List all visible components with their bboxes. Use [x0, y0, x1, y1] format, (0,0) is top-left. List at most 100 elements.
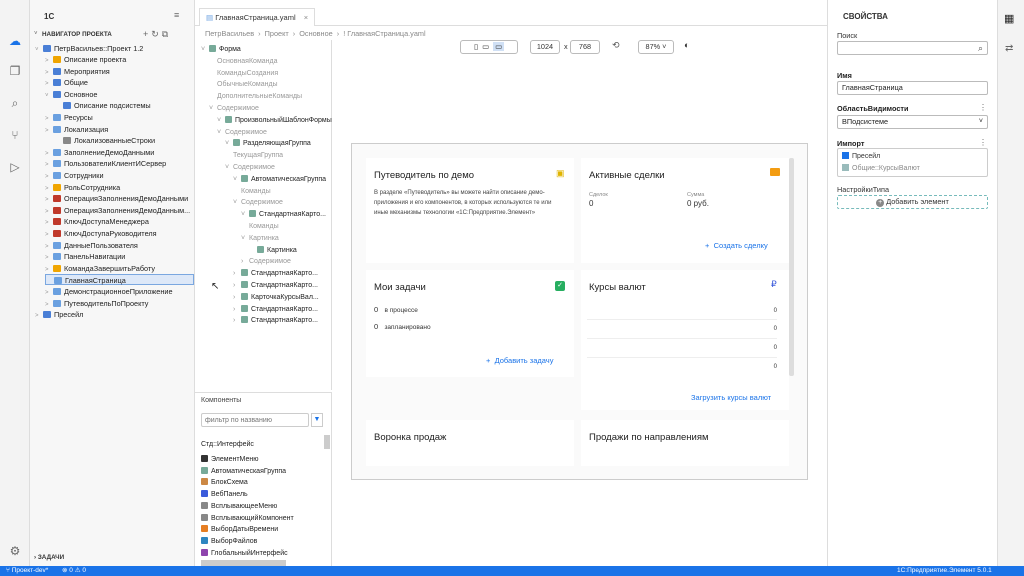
run-icon[interactable]: ▷: [7, 159, 23, 175]
outline-item[interactable]: Картинка: [249, 245, 297, 256]
tasks-panel[interactable]: › ЗАДАЧИ: [34, 554, 64, 561]
component-item[interactable]: БлокСхема: [201, 477, 248, 488]
search-icon[interactable]: ⌕: [7, 95, 23, 111]
deals-card: Активные сделки Сделок Сумма 0 0 руб. + …: [581, 158, 789, 263]
navigator-item[interactable]: > ПутеводительПоПроекту: [45, 298, 148, 309]
navigator-item[interactable]: Описание подсистемы: [55, 100, 151, 111]
branch-status[interactable]: ⑂ Проект-dev*: [6, 566, 48, 576]
filter-icon[interactable]: ▼: [311, 413, 323, 427]
import-item[interactable]: Общие::КурсыВалют: [842, 164, 920, 172]
table-icon[interactable]: ▦: [1004, 12, 1014, 25]
navigator-item[interactable]: > ОперацияЗаполненияДемоДанными: [45, 193, 188, 204]
properties-search-input[interactable]: ⌕: [837, 41, 988, 55]
navigator-item[interactable]: > ДанныеПользователя: [45, 240, 138, 251]
component-item[interactable]: ЭлементМеню: [201, 454, 258, 465]
more-icon[interactable]: ⋮: [979, 103, 987, 112]
rotate-icon[interactable]: ⟲: [612, 40, 620, 51]
navigator-item[interactable]: > ПользователиКлиентИСервер: [45, 158, 166, 169]
navigator-item[interactable]: > КлючДоступаРуководителя: [45, 228, 157, 239]
outline-item[interactable]: ˅ СтандартнаяКарто...: [241, 209, 326, 220]
item-icon: [63, 137, 71, 145]
outline-item[interactable]: ˅ РазделяющаяГруппа: [225, 138, 311, 149]
component-item[interactable]: ВыборДатыВремени: [201, 524, 278, 535]
outline-item[interactable]: ˅ ПроизвольныйШаблонФормы: [217, 115, 332, 126]
outline-item[interactable]: ТекущаяГруппа: [225, 150, 283, 161]
add-element-button[interactable]: + Добавить элемент: [837, 195, 988, 209]
deals-sum-value: 0 руб.: [687, 199, 709, 208]
name-input[interactable]: ГлавнаяСтраница: [837, 81, 988, 95]
outline-item[interactable]: › КарточкаКурсыВал...: [233, 292, 319, 303]
navigator-item[interactable]: > Ресурсы: [45, 112, 93, 123]
load-rates-button[interactable]: Загрузить курсы валют: [691, 393, 771, 402]
navigator-item[interactable]: > Сотрудники: [45, 170, 104, 181]
outline-item[interactable]: ˅ Содержимое: [233, 197, 283, 208]
width-input[interactable]: 1024: [530, 40, 560, 54]
component-item[interactable]: ВыборФайлов: [201, 536, 257, 547]
outline-item[interactable]: ˅ Содержимое: [209, 103, 259, 114]
component-item[interactable]: ВебПанель: [201, 489, 248, 500]
navigator-item[interactable]: > КлючДоступаМенеджера: [45, 216, 149, 227]
files-icon[interactable]: ❐: [7, 63, 23, 79]
add-task-button[interactable]: + Добавить задачу: [486, 356, 553, 365]
zoom-select[interactable]: 87% ˅: [638, 40, 674, 54]
navigator-item[interactable]: > Пресейл: [35, 309, 83, 320]
scrollbar[interactable]: [324, 435, 330, 449]
outline-item[interactable]: Команды: [241, 221, 279, 232]
outline-item[interactable]: ˅ Картинка: [241, 233, 279, 244]
outline-item[interactable]: ˅ Форма: [201, 44, 241, 55]
outline-item[interactable]: › Содержимое: [241, 256, 291, 267]
height-input[interactable]: 768: [570, 40, 600, 54]
preview-scrollbar[interactable]: [789, 158, 794, 376]
component-item[interactable]: АвтоматическаяГруппа: [201, 466, 286, 477]
more-icon[interactable]: ⋮: [979, 138, 987, 147]
theme-icon[interactable]: ◐: [684, 40, 689, 50]
menu-icon[interactable]: ≡: [174, 10, 179, 20]
item-icon: [53, 241, 61, 249]
problems-status[interactable]: ⊗ 0 ⚠ 0: [62, 566, 86, 576]
item-icon: [53, 218, 61, 226]
navigator-item[interactable]: ЛокализованныеСтроки: [55, 135, 155, 146]
navigator-actions[interactable]: +↻⧉: [143, 29, 171, 40]
navigator-item[interactable]: > ДемонстрационноеПриложение: [45, 286, 173, 297]
navigator-item[interactable]: > ПанельНавигации: [45, 251, 125, 262]
navigator-item[interactable]: ГлавнаяСтраница: [45, 274, 194, 286]
project-root[interactable]: ˅ ПетрВасильев::Проект 1.2: [35, 43, 143, 54]
navigator-item[interactable]: > Локализация: [45, 124, 108, 135]
git-branch-icon[interactable]: ⑂: [7, 127, 23, 143]
outline-item[interactable]: КомандыСоздания: [209, 68, 278, 79]
outline-item[interactable]: › СтандартнаяКарто...: [233, 304, 318, 315]
outline-item[interactable]: ДополнительныеКоманды: [209, 91, 302, 102]
navigator-item[interactable]: > ЗаполнениеДемоДанными: [45, 147, 154, 158]
project-navigator: 1C ≡ ˅ НАВИГАТОР ПРОЕКТА +↻⧉ ˅ ПетрВасиль…: [30, 0, 195, 566]
outline-item[interactable]: Команды: [233, 186, 271, 197]
chevron-down-icon[interactable]: ˅: [34, 31, 38, 37]
tab-main-page[interactable]: ▤ ГлавнаяСтраница.yaml ×: [199, 8, 316, 26]
components-filter-input[interactable]: [201, 413, 309, 427]
shuffle-icon[interactable]: ⇄: [1005, 43, 1013, 54]
outline-item[interactable]: › СтандартнаяКарто...: [233, 280, 318, 291]
gear-icon[interactable]: ⚙: [7, 543, 23, 559]
outline-item[interactable]: ˅ Содержимое: [225, 162, 275, 173]
outline-item[interactable]: ˅ АвтоматическаяГруппа: [233, 174, 326, 185]
navigator-item[interactable]: > РольСотрудника: [45, 182, 120, 193]
navigator-item[interactable]: > ОперацияЗаполненияДемоДанным...: [45, 205, 190, 216]
outline-item[interactable]: › СтандартнаяКарто...: [233, 315, 318, 326]
navigator-item[interactable]: > Описание проекта: [45, 54, 126, 65]
outline-item[interactable]: ˅ Содержимое: [217, 127, 267, 138]
navigator-item[interactable]: > Мероприятия: [45, 66, 110, 77]
component-item[interactable]: ГлобальныйИнтерфейс: [201, 548, 288, 559]
scope-select[interactable]: ВПодсистеме ˅: [837, 115, 988, 129]
outline-item[interactable]: ОсновнаяКоманда: [209, 56, 278, 67]
outline-item[interactable]: ОбычныеКоманды: [209, 79, 278, 90]
cloud-icon[interactable]: ☁: [7, 33, 23, 49]
component-item[interactable]: ВсплывающийКомпонент: [201, 513, 294, 524]
create-deal-button[interactable]: + Создать сделку: [705, 241, 768, 250]
navigator-item[interactable]: ˅ Основное: [45, 89, 97, 100]
navigator-item[interactable]: > КомандаЗавершитьРаботу: [45, 263, 155, 274]
outline-item[interactable]: › СтандартнаяКарто...: [233, 268, 318, 279]
element-icon: [209, 45, 216, 52]
device-switcher[interactable]: ▯ ▭ ▭: [460, 40, 518, 54]
navigator-item[interactable]: > Общие: [45, 77, 88, 88]
import-item[interactable]: Пресейл: [842, 152, 880, 160]
component-item[interactable]: ВсплывающееМеню: [201, 501, 277, 512]
